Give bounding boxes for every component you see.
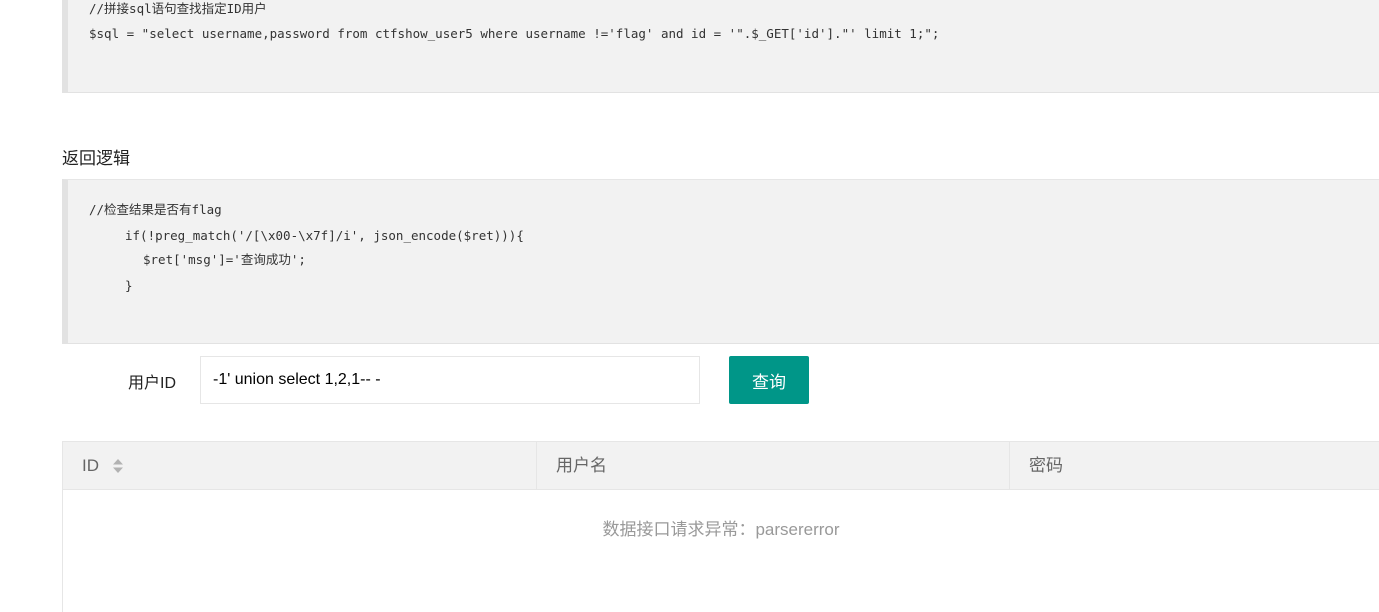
- table-header: ID 用户名 密码: [63, 442, 1379, 490]
- section-title: 返回逻辑: [62, 149, 130, 168]
- column-header-password: 密码: [1010, 442, 1379, 489]
- code-line: $ret['msg']='查询成功';: [143, 252, 306, 267]
- query-button[interactable]: 查询: [729, 356, 809, 404]
- code-line: //检查结果是否有flag: [89, 202, 222, 217]
- column-header-label: 密码: [1029, 456, 1063, 475]
- user-id-input[interactable]: [200, 356, 700, 404]
- column-header-id[interactable]: ID: [63, 442, 537, 489]
- column-header-label: 用户名: [556, 456, 607, 475]
- return-logic-code-block: //检查结果是否有flag if(!preg_match('/[\x00-\x7…: [62, 179, 1379, 344]
- column-header-label: ID: [82, 456, 99, 475]
- code-line: //拼接sql语句查找指定ID用户: [89, 1, 267, 16]
- sql-code-block: //拼接sql语句查找指定ID用户 $sql = "select usernam…: [62, 0, 1379, 93]
- column-header-username: 用户名: [537, 442, 1010, 489]
- result-table: ID 用户名 密码 数据接口请求异常：parsererror: [62, 441, 1379, 612]
- sort-icon[interactable]: [112, 458, 124, 474]
- code-line: }: [125, 278, 133, 293]
- user-id-label: 用户ID: [128, 375, 177, 392]
- table-empty-message: 数据接口请求异常：parsererror: [602, 520, 840, 539]
- code-line: if(!preg_match('/[\x00-\x7f]/i', json_en…: [125, 228, 524, 243]
- code-line: $sql = "select username,password from ct…: [89, 26, 940, 41]
